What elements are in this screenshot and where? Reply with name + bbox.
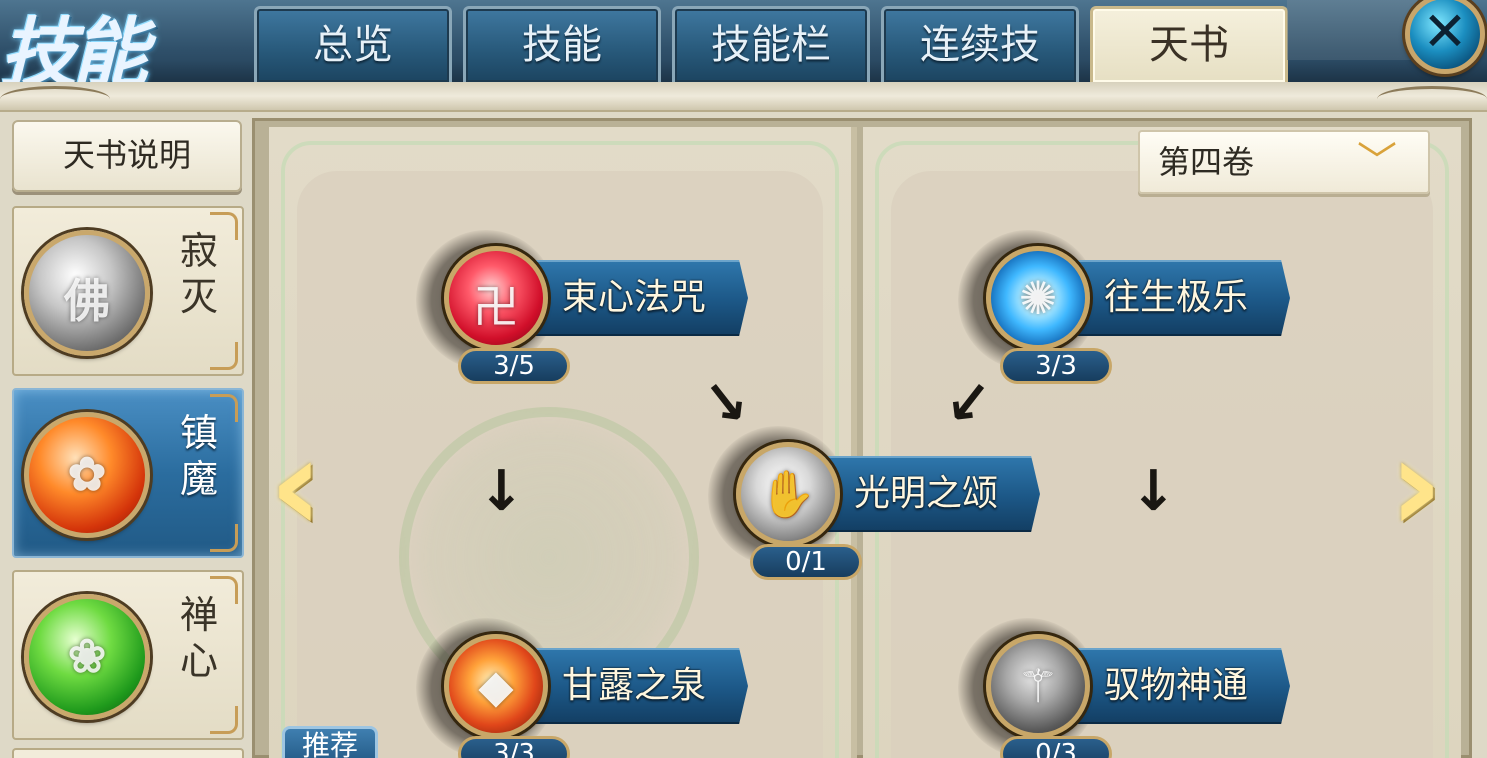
skill-node[interactable]: 卍 束心法咒 3/5 xyxy=(416,230,760,386)
school-list-next-item[interactable] xyxy=(12,748,244,758)
tab-skill-bar[interactable]: 技能栏 xyxy=(672,6,870,82)
school-name: 寂 灭 xyxy=(179,229,218,319)
radiant-hand-icon: ✋ xyxy=(736,442,840,546)
skill-level: 0/3 xyxy=(1000,736,1112,758)
close-icon: ✕ xyxy=(1422,0,1468,63)
heavenly-book-description-button[interactable]: 天书说明 xyxy=(12,120,242,192)
crystal-icon: ◆ xyxy=(444,634,548,738)
volume-select-value: 第四卷 xyxy=(1158,143,1255,181)
corner-ornament xyxy=(210,342,238,370)
chevron-down-icon: ﹀ xyxy=(1357,139,1397,185)
window-title: 技能 xyxy=(0,9,148,82)
frame-rail xyxy=(0,82,1487,112)
skill-node[interactable]: ◆ 甘露之泉 3/3 xyxy=(416,618,760,758)
skill-name: 束心法咒 xyxy=(562,277,707,318)
buddha-emblem-icon: 佛 xyxy=(24,230,150,356)
tab-skills[interactable]: 技能 xyxy=(463,6,661,82)
spirit-icon: ⚚ xyxy=(986,634,1090,738)
corner-ornament xyxy=(210,706,238,734)
skill-name: 往生极乐 xyxy=(1104,277,1249,318)
skill-node[interactable]: ✺ 往生极乐 3/3 xyxy=(958,230,1302,386)
arrow-down-icon: ↓ xyxy=(1130,459,1177,524)
demon-seal-emblem-icon: ✿ xyxy=(24,412,150,538)
skill-node[interactable]: ✋ 光明之颂 0/1 xyxy=(708,426,1052,582)
lotus-hand-emblem-icon: ❀ xyxy=(24,594,150,720)
corner-ornament xyxy=(210,524,238,552)
scroll-ornament-left xyxy=(0,86,110,112)
skill-level: 3/3 xyxy=(1000,348,1112,384)
arrow-down-icon: ↓ xyxy=(478,459,525,524)
tab-overview[interactable]: 总览 xyxy=(254,6,452,82)
skill-level: 3/3 xyxy=(458,736,570,758)
scroll-ornament-right xyxy=(1377,86,1487,112)
school-name: 禅 心 xyxy=(179,593,218,683)
chevron-left-icon[interactable]: ‹ xyxy=(256,420,336,550)
recommend-button[interactable]: 推荐 xyxy=(282,726,378,758)
skill-level: 3/5 xyxy=(458,348,570,384)
tab-heavenly-book[interactable]: 天书 xyxy=(1090,6,1288,82)
skill-name: 光明之颂 xyxy=(854,473,999,514)
volume-select[interactable]: 第四卷 ﹀ xyxy=(1138,130,1430,194)
skill-name: 驭物神通 xyxy=(1104,665,1249,706)
skill-level: 0/1 xyxy=(750,544,862,580)
header-decoration xyxy=(1287,0,1417,60)
skill-name: 甘露之泉 xyxy=(562,665,707,706)
light-burst-icon: ✺ xyxy=(986,246,1090,350)
swastika-icon: 卍 xyxy=(444,246,548,350)
school-name: 镇 魔 xyxy=(179,411,218,501)
tab-combo[interactable]: 连续技 xyxy=(881,6,1079,82)
chevron-right-icon[interactable]: › xyxy=(1376,420,1456,550)
skill-node[interactable]: ⚚ 驭物神通 0/3 xyxy=(958,618,1302,758)
school-jimie[interactable]: 佛 寂 灭 xyxy=(12,206,244,376)
school-chanxin[interactable]: ❀ 禅 心 xyxy=(12,570,244,740)
school-zhenmo[interactable]: ✿ 镇 魔 xyxy=(12,388,244,558)
